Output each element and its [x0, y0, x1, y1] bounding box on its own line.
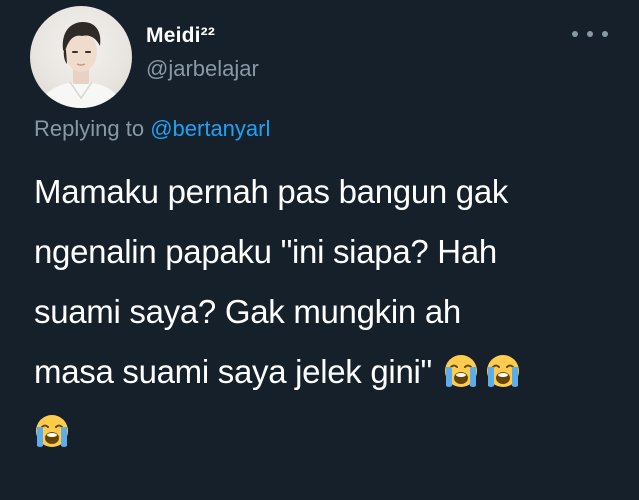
more-options-icon[interactable]	[572, 22, 608, 46]
tweet-line: masa suami saya jelek gini"	[34, 353, 432, 390]
loudly-crying-face-icon	[34, 413, 70, 449]
replying-to: Replying to @bertanyarl	[34, 116, 270, 142]
tweet-card: Meidi²² @jarbelajar Replying to @bertany…	[0, 0, 639, 500]
more-dot	[572, 31, 578, 37]
replying-prefix: Replying to	[34, 116, 145, 141]
tweet-line-with-emoji: masa suami saya jelek gini"	[34, 342, 624, 402]
tweet-line-emoji-only	[34, 402, 624, 462]
tweet-line: Mamaku pernah pas bangun gak	[34, 173, 509, 210]
user-handle[interactable]: @jarbelajar	[146, 56, 259, 82]
tweet-text: Mamaku pernah pas bangun gak ngenalin pa…	[34, 162, 624, 462]
loudly-crying-face-icon	[443, 353, 479, 389]
display-name[interactable]: Meidi²²	[146, 24, 215, 48]
tweet-line: suami saya? Gak mungkin ah	[34, 293, 461, 330]
more-dot	[602, 31, 608, 37]
reply-mention-link[interactable]: @bertanyarl	[150, 116, 270, 141]
loudly-crying-face-icon	[485, 353, 521, 389]
more-dot	[587, 31, 593, 37]
tweet-line: ngenalin papaku "ini siapa? Hah	[34, 233, 497, 270]
avatar[interactable]	[30, 6, 132, 108]
